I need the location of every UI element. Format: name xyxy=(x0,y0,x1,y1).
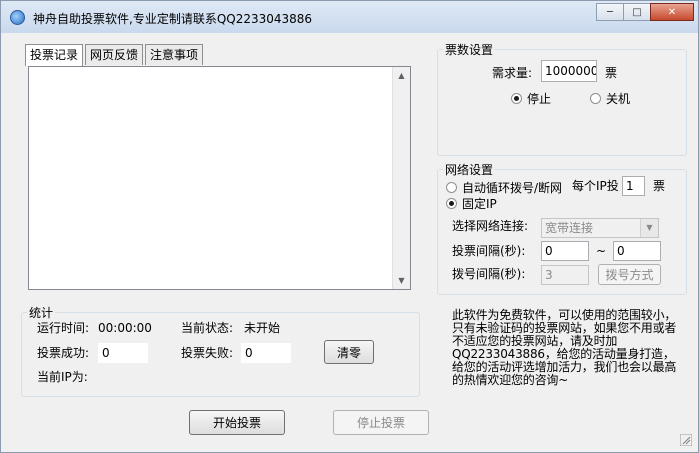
per-ip-input[interactable]: 1 xyxy=(622,176,645,196)
resize-grip-icon[interactable] xyxy=(680,434,692,446)
scroll-up-icon[interactable]: ▲ xyxy=(393,67,410,84)
window-title: 神舟自助投票软件,专业定制请联系QQ2233043886 xyxy=(33,12,313,26)
vote-interval-label: 投票间隔(秒): xyxy=(452,244,526,258)
minimize-button[interactable]: ─ xyxy=(596,3,624,21)
ticket-settings-legend: 票数设置 xyxy=(445,43,494,57)
chevron-down-icon[interactable]: ▼ xyxy=(640,219,658,237)
tab-vote-log[interactable]: 投票记录 xyxy=(25,44,84,66)
radio-shutdown-circle xyxy=(590,93,601,104)
window-controls: ─ □ ✕ xyxy=(596,3,694,23)
radio-fixed-ip-circle xyxy=(446,198,457,209)
runtime-value: 00:00:00 xyxy=(98,321,152,335)
vote-interval-max-input[interactable]: 0 xyxy=(613,241,661,261)
app-window: 神舟自助投票软件,专业定制请联系QQ2233043886 ─ □ ✕ 投票记录 … xyxy=(0,0,699,453)
per-ip-unit: 票 xyxy=(653,179,666,193)
vote-interval-min-input[interactable]: 0 xyxy=(541,241,589,261)
success-count: 0 xyxy=(98,343,148,363)
connection-select[interactable]: 宽带连接 ▼ xyxy=(541,218,659,238)
demand-label: 需求量: xyxy=(492,66,533,80)
per-ip-label: 每个IP投 xyxy=(572,179,619,193)
maximize-button[interactable]: □ xyxy=(623,3,651,21)
tab-strip: 投票记录 网页反馈 注意事项 xyxy=(25,44,205,66)
fail-count: 0 xyxy=(241,343,291,363)
network-settings-legend: 网络设置 xyxy=(445,163,494,177)
scroll-down-icon[interactable]: ▼ xyxy=(393,272,410,289)
radio-shutdown-label: 关机 xyxy=(606,92,631,106)
start-vote-button[interactable]: 开始投票 xyxy=(189,410,285,435)
radio-shutdown[interactable]: 关机 xyxy=(590,90,630,107)
stats-legend: 统计 xyxy=(29,306,54,320)
radio-fixed-ip[interactable]: 固定IP xyxy=(446,195,497,212)
status-label: 当前状态: xyxy=(181,321,234,335)
maximize-icon: □ xyxy=(632,6,642,18)
minimize-icon: ─ xyxy=(606,6,614,18)
success-label: 投票成功: xyxy=(37,346,90,360)
radio-auto-dial-label: 自动循环拨号/断网 xyxy=(462,181,563,195)
demand-input[interactable]: 1000000 xyxy=(541,60,597,82)
info-text: 此软件为免费软件，可以使用的范围较小，只有未验证码的投票网站，如果您不用或者不适… xyxy=(452,308,677,387)
radio-auto-dial-circle xyxy=(446,182,457,193)
connection-label: 选择网络连接: xyxy=(452,219,529,233)
dial-mode-button[interactable]: 拨号方式 xyxy=(598,264,661,285)
stop-vote-button[interactable]: 停止投票 xyxy=(333,410,429,435)
title-bar[interactable]: 神舟自助投票软件,专业定制请联系QQ2233043886 ─ □ ✕ xyxy=(1,1,698,33)
current-ip-label: 当前IP为: xyxy=(37,370,88,384)
tab-notes[interactable]: 注意事项 xyxy=(145,44,204,65)
demand-unit: 票 xyxy=(605,66,618,80)
status-value: 未开始 xyxy=(244,321,281,335)
close-button[interactable]: ✕ xyxy=(650,3,694,21)
log-scrollbar[interactable]: ▲ ▼ xyxy=(392,67,410,289)
close-icon: ✕ xyxy=(667,6,677,18)
dial-interval-input[interactable]: 3 xyxy=(541,265,589,285)
vote-log-textarea[interactable]: ▲ ▼ xyxy=(28,66,411,290)
client-area: 投票记录 网页反馈 注意事项 ▲ ▼ 票数设置 需求量: 1000000 票 停… xyxy=(1,33,698,452)
runtime-label: 运行时间: xyxy=(37,321,90,335)
vote-interval-separator: ~ xyxy=(596,244,607,258)
radio-stop[interactable]: 停止 xyxy=(511,90,551,107)
connection-select-value: 宽带连接 xyxy=(545,221,594,235)
reset-button[interactable]: 清零 xyxy=(324,340,374,364)
ticket-settings-group: 票数设置 xyxy=(437,41,687,156)
tab-web-feedback[interactable]: 网页反馈 xyxy=(85,44,144,65)
fail-label: 投票失败: xyxy=(181,346,234,360)
dial-interval-label: 拨号间隔(秒): xyxy=(452,267,526,281)
radio-fixed-ip-label: 固定IP xyxy=(462,197,497,211)
app-logo-icon xyxy=(10,10,25,25)
radio-stop-circle xyxy=(511,93,522,104)
radio-auto-dial[interactable]: 自动循环拨号/断网 xyxy=(446,179,562,196)
radio-stop-label: 停止 xyxy=(527,92,552,106)
